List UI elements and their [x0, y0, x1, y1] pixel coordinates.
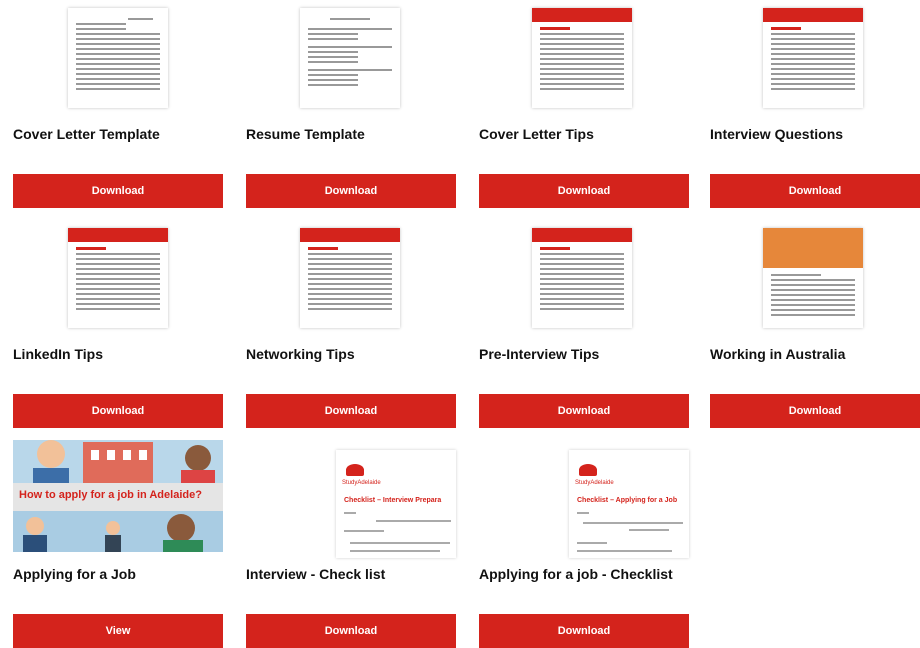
document-icon: [300, 228, 400, 328]
document-icon: [532, 228, 632, 328]
resource-title: Cover Letter Tips: [479, 126, 594, 142]
networking-tips-thumbnail[interactable]: [246, 220, 456, 338]
download-button[interactable]: Download: [479, 614, 689, 648]
download-button[interactable]: Download: [246, 174, 456, 208]
resource-title: Working in Australia: [710, 346, 846, 362]
download-button[interactable]: Download: [710, 394, 920, 428]
resource-title: Cover Letter Template: [13, 126, 160, 142]
interview-questions-thumbnail[interactable]: [710, 0, 920, 118]
video-thumbnail[interactable]: How to apply for a job in Adelaide?: [13, 440, 223, 552]
resource-title: Networking Tips: [246, 346, 355, 362]
linkedin-tips-thumbnail[interactable]: [13, 220, 223, 338]
resource-title: Resume Template: [246, 126, 365, 142]
view-button[interactable]: View: [13, 614, 223, 648]
resume-template-thumbnail[interactable]: [246, 0, 456, 118]
resource-title: Interview - Check list: [246, 566, 386, 582]
document-icon: [532, 8, 632, 108]
resource-title: Pre-Interview Tips: [479, 346, 600, 362]
pre-interview-tips-thumbnail[interactable]: [479, 220, 689, 338]
download-button[interactable]: Download: [13, 394, 223, 428]
resource-title: Applying for a Job: [13, 566, 136, 582]
document-icon: [68, 8, 168, 108]
download-button[interactable]: Download: [479, 174, 689, 208]
document-icon: [68, 228, 168, 328]
checklist-title: Checklist – Interview Prepara: [344, 497, 442, 504]
checklist-title: Checklist – Applying for a Job: [577, 497, 678, 504]
video-title: How to apply for a job in Adelaide?: [19, 489, 202, 501]
download-button[interactable]: Download: [246, 394, 456, 428]
document-icon: [763, 8, 863, 108]
cover-letter-tips-thumbnail[interactable]: [479, 0, 689, 118]
resource-title: LinkedIn Tips: [13, 346, 103, 362]
checklist-icon: StudyAdelaide Checklist – Interview Prep…: [336, 450, 456, 558]
document-icon: [763, 228, 863, 328]
document-icon: [300, 8, 400, 108]
resource-title: Interview Questions: [710, 126, 844, 142]
cover-letter-template-thumbnail[interactable]: [13, 0, 223, 118]
interview-checklist-thumbnail[interactable]: StudyAdelaide Checklist – Interview Prep…: [246, 440, 456, 558]
checklist-icon: StudyAdelaide Checklist – Applying for a…: [569, 450, 689, 558]
working-in-australia-thumbnail[interactable]: [710, 220, 920, 338]
resource-title: Applying for a job - Checklist: [479, 566, 673, 582]
download-button[interactable]: Download: [13, 174, 223, 208]
download-button[interactable]: Download: [710, 174, 920, 208]
download-button[interactable]: Download: [246, 614, 456, 648]
applying-checklist-thumbnail[interactable]: StudyAdelaide Checklist – Applying for a…: [479, 440, 689, 558]
resource-grid: Cover Letter Template Download Resume Te…: [0, 0, 920, 648]
download-button[interactable]: Download: [479, 394, 689, 428]
